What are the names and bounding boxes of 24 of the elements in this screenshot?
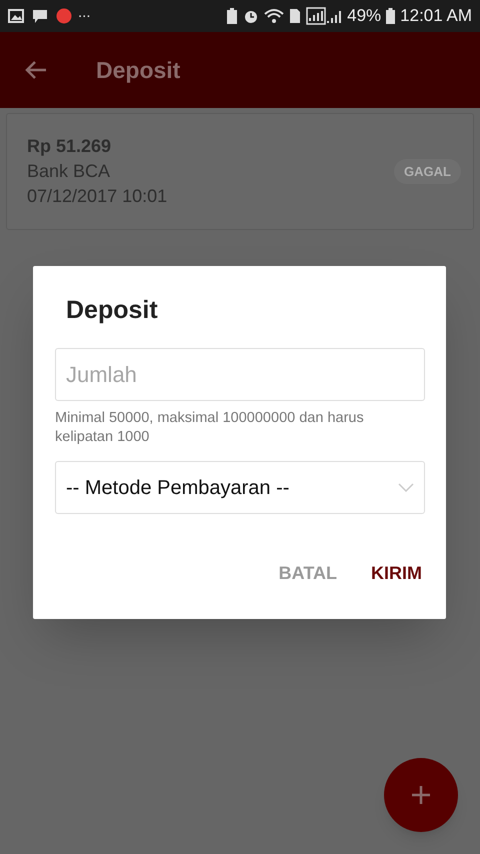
screen-title: Deposit [96,56,180,85]
wifi-icon [264,8,284,24]
status-badge: GAGAL [394,158,461,184]
dialog-title: Deposit [66,295,158,326]
app-icon [56,8,72,24]
clock: 12:01 AM [400,5,472,28]
deposit-amount: Rp 51.269 [27,135,112,158]
back-arrow-icon[interactable] [24,60,48,80]
bank-name: Bank BCA [27,160,112,183]
plus-icon [411,785,431,805]
signal-icon [306,7,342,25]
chevron-down-icon [398,483,414,492]
alarm-icon [243,8,260,24]
submit-button[interactable]: KIRIM [361,554,432,593]
deposit-date: 07/12/2017 10:01 [27,185,168,208]
amount-hint: Minimal 50000, maksimal 100000000 dan harus kelipatan 1000 [55,409,365,447]
battery-icon [386,8,396,24]
amount-input[interactable]: Jumlah [55,348,425,401]
battery-percentage: 49% [347,5,382,28]
sim-icon [289,8,302,24]
chat-icon [32,8,48,24]
payment-method-select[interactable]: -- Metode Pembayaran -- [55,461,425,514]
image-icon [8,9,24,23]
more-notifications: ... [78,2,91,23]
